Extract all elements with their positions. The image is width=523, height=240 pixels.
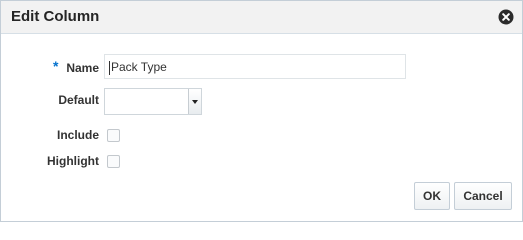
dialog-title: Edit Column: [11, 8, 100, 25]
text-cursor: [109, 61, 110, 75]
include-checkbox[interactable]: [107, 129, 120, 142]
edit-column-dialog: Edit Column * Name Default Include Highl…: [0, 0, 523, 222]
default-label: Default: [58, 93, 99, 107]
name-label: Name: [66, 61, 99, 75]
dialog-titlebar: Edit Column: [1, 1, 522, 34]
default-select[interactable]: [104, 88, 202, 115]
chevron-down-icon: [192, 100, 198, 104]
cancel-button[interactable]: Cancel: [454, 182, 512, 210]
dropdown-button[interactable]: [188, 89, 201, 114]
close-icon[interactable]: [498, 9, 514, 25]
ok-button[interactable]: OK: [414, 182, 450, 210]
name-input[interactable]: [104, 54, 406, 79]
include-label: Include: [56, 128, 99, 142]
highlight-checkbox[interactable]: [107, 155, 120, 168]
highlight-label: Highlight: [47, 154, 99, 168]
